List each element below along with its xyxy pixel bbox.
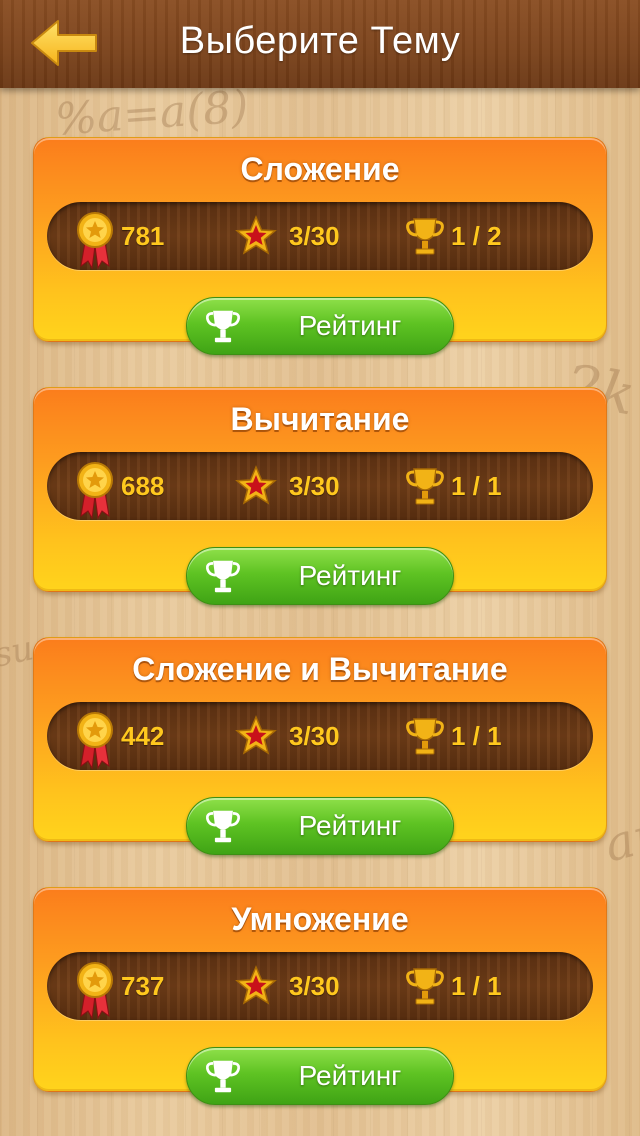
rating-button-label: Рейтинг [298,1060,402,1091]
rating-button-label: Рейтинг [298,560,402,591]
trophy-icon [406,468,444,505]
trophy-icon [406,718,444,755]
score-stat: 737 [75,952,164,1020]
score-stat: 781 [75,202,164,270]
topic-card: Сложение и Вычитание 442 3/30 1 / 1 Рейт… [33,637,607,855]
topic-title: Сложение [240,151,400,187]
topic-card: Умножение 737 3/30 1 / 1 Рейтинг [33,887,607,1105]
score-value: 688 [121,470,165,501]
stats-bar: 442 3/30 1 / 1 [47,702,593,770]
rating-button[interactable]: Рейтинг [186,1047,454,1105]
stars-stat: 3/30 [235,452,340,520]
topic-title: Умножение [231,901,409,937]
background-scribble: su [0,628,38,676]
rank-stat: 1 / 1 [405,952,502,1020]
rating-button[interactable]: Рейтинг [186,797,454,855]
rank-stat: 1 / 2 [405,202,502,270]
star-icon [235,215,277,255]
stars-value: 3/30 [289,970,340,1001]
trophy-icon [406,218,444,255]
star-icon [235,465,277,505]
top-bar: Выберите Тему [0,0,640,88]
star-icon [235,965,277,1005]
rating-button[interactable]: Рейтинг [186,547,454,605]
star-icon [235,715,277,755]
rank-value: 1 / 1 [451,970,502,1001]
trophy-icon [206,1060,240,1093]
score-stat: 442 [75,702,164,770]
stars-stat: 3/30 [235,202,340,270]
topic-card: Вычитание 688 3/30 1 / 1 Рейтинг [33,387,607,605]
rating-button[interactable]: Рейтинг [186,297,454,355]
score-value: 737 [121,970,165,1001]
rating-button-label: Рейтинг [298,310,402,341]
rank-stat: 1 / 1 [405,702,502,770]
stats-bar: 688 3/30 1 / 1 [47,452,593,520]
trophy-icon [406,968,444,1005]
rank-value: 1 / 2 [451,220,502,251]
score-stat: 688 [75,452,164,520]
trophy-icon [206,810,240,843]
trophy-icon [206,310,240,343]
score-value: 781 [121,220,165,251]
page-title: Выберите Тему [179,20,461,62]
rank-value: 1 / 1 [451,470,502,501]
medal-icon [77,712,113,770]
medal-icon [77,462,113,520]
stars-value: 3/30 [289,470,340,501]
stats-bar: 781 3/30 1 / 2 [47,202,593,270]
rank-value: 1 / 1 [451,720,502,751]
stats-bar: 737 3/30 1 / 1 [47,952,593,1020]
stars-value: 3/30 [289,220,340,251]
medal-icon [77,212,113,270]
stars-stat: 3/30 [235,702,340,770]
rank-stat: 1 / 1 [405,452,502,520]
stars-value: 3/30 [289,720,340,751]
topic-title: Вычитание [230,401,410,437]
topic-card: Сложение 781 3/30 1 / 2 Рейтинг [33,137,607,355]
rating-button-label: Рейтинг [298,810,402,841]
topic-title: Сложение и Вычитание [132,651,508,687]
score-value: 442 [121,720,165,751]
trophy-icon [206,560,240,593]
stars-stat: 3/30 [235,952,340,1020]
medal-icon [77,962,113,1020]
